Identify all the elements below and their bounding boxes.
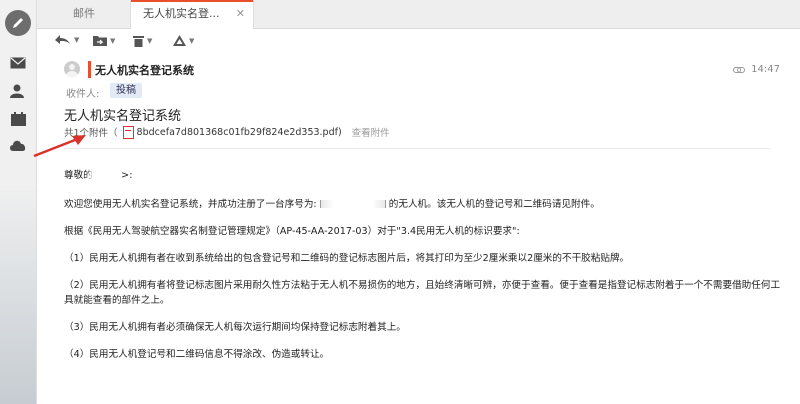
greeting: 尊敬的xxxxx>: bbox=[64, 168, 133, 183]
paragraph-5: （3）民用无人机拥有者必须确保无人机每次运行期间均保持登记标志附着其上。 bbox=[64, 322, 406, 333]
link-icon[interactable] bbox=[733, 66, 746, 74]
paragraph-1: 欢迎您使用无人机实名登记系统，并成功注册了一台序号为: 的无人机。该无人机的登记… bbox=[64, 199, 600, 210]
tab-message[interactable]: 无人机实名登... ✕ bbox=[130, 0, 254, 29]
delete-button[interactable]: ▼ bbox=[133, 35, 152, 47]
avatar bbox=[64, 61, 80, 77]
mail-icon[interactable] bbox=[0, 57, 36, 69]
tab-bar: 邮件 无人机实名登... ✕ bbox=[37, 0, 800, 29]
calendar-icon[interactable] bbox=[0, 112, 36, 126]
compose-button[interactable] bbox=[0, 10, 36, 36]
paragraph-3: （1）民用无人机拥有者在收到系统给出的包含登记号和二维码的登记标志图片后，将其打… bbox=[64, 253, 630, 264]
recipient-label: 收件人: bbox=[66, 89, 100, 100]
pdf-icon bbox=[122, 125, 134, 139]
reply-icon bbox=[55, 35, 70, 44]
recipient-chip[interactable]: 投稿 bbox=[110, 83, 142, 98]
view-attachments-link[interactable]: 查看附件 bbox=[352, 125, 390, 139]
flag-triangle-icon bbox=[173, 35, 186, 46]
sender-accent-bar bbox=[88, 61, 91, 78]
chevron-down-icon: ▼ bbox=[110, 36, 116, 45]
chevron-down-icon: ▼ bbox=[74, 36, 80, 44]
reply-button[interactable]: ▼ bbox=[55, 35, 79, 45]
chevron-down-icon: ▼ bbox=[189, 36, 195, 45]
sender-name[interactable]: 无人机实名登记系统 bbox=[95, 62, 194, 78]
attachment-file-link[interactable]: 8bdcefa7d801368c01fb29f824e2d353.pdf) bbox=[137, 127, 342, 138]
header-divider bbox=[64, 148, 770, 149]
cloud-icon[interactable] bbox=[0, 139, 36, 151]
attachment-line: 共1个附件（ 8bdcefa7d801368c01fb29f824e2d353.… bbox=[64, 125, 390, 139]
tab-message-label: 无人机实名登... bbox=[143, 7, 220, 20]
message-time: 14:47 bbox=[751, 64, 780, 75]
paragraph-4: （2）民用无人机拥有者将登记标志图片采用耐久性方法粘于无人机不易损伤的地方，且始… bbox=[64, 280, 781, 306]
pencil-icon bbox=[5, 10, 31, 36]
move-button[interactable]: ▼ bbox=[93, 35, 115, 46]
contacts-icon[interactable] bbox=[0, 84, 36, 98]
redacted-serial bbox=[319, 200, 386, 208]
redacted-name: xxxxx bbox=[92, 168, 122, 183]
red-arrow-annotation bbox=[33, 135, 86, 158]
paragraph-6: （4）民用无人机登记号和二维码信息不得涂改、伪造或转让。 bbox=[64, 349, 330, 360]
chevron-down-icon: ▼ bbox=[147, 37, 153, 45]
paragraph-2: 根据《民用无人驾驶航空器实名制登记管理规定》（AP-45-AA-2017-03）… bbox=[64, 226, 520, 237]
message-subject: 无人机实名登记系统 bbox=[64, 109, 182, 124]
folder-move-icon bbox=[93, 36, 107, 46]
mark-button[interactable]: ▼ bbox=[173, 35, 194, 46]
close-icon[interactable]: ✕ bbox=[236, 0, 245, 28]
message-body: 尊敬的xxxxx>: 欢迎您使用无人机实名登记系统，并成功注册了一台序号为: 的… bbox=[64, 168, 782, 362]
toolbar: ▼ ▼ ▼ ▼ bbox=[37, 29, 800, 53]
trash-icon bbox=[133, 36, 144, 47]
time-area: 14:47 bbox=[733, 64, 780, 75]
left-sidebar bbox=[0, 0, 37, 404]
